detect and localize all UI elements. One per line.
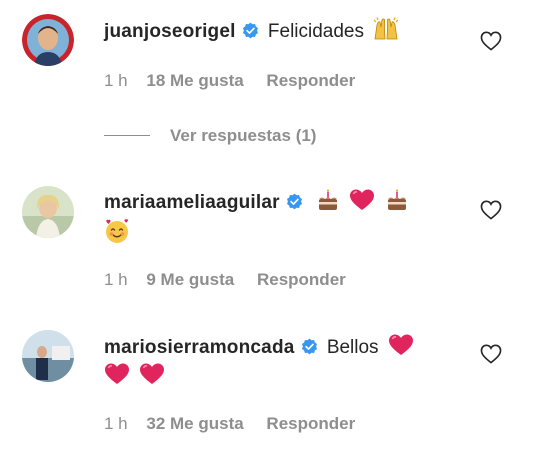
comment-time: 1 h <box>104 414 128 433</box>
avatar[interactable] <box>22 14 74 66</box>
comment-time: 1 h <box>104 270 128 289</box>
verified-badge-icon <box>301 338 318 355</box>
reply-button[interactable]: Responder <box>266 414 355 433</box>
username[interactable]: juanjoseorigel <box>104 21 236 42</box>
smiling-face-with-hearts-emoji <box>104 218 130 244</box>
replies-divider <box>104 135 150 136</box>
avatar[interactable] <box>22 186 74 238</box>
comment-time: 1 h <box>104 71 128 90</box>
heart-emoji <box>349 188 375 212</box>
comment-text: Felicidades <box>267 21 364 42</box>
comment-body-line2 <box>104 362 165 390</box>
heart-emoji <box>139 362 165 386</box>
verified-badge-icon <box>242 22 259 39</box>
comment-meta: 1 h 32 Me gusta Responder <box>104 414 355 434</box>
comment-body: mariosierramoncada Bellos <box>104 333 468 361</box>
comment-body: juanjoseorigel Felicidades <box>104 17 468 45</box>
view-replies-label[interactable]: Ver respuestas (1) <box>170 124 316 148</box>
like-heart-icon[interactable] <box>480 200 502 220</box>
comment-body: mariaameliaaguilar <box>104 188 468 216</box>
like-heart-icon[interactable] <box>480 31 502 51</box>
like-count[interactable]: 9 Me gusta <box>146 270 234 289</box>
heart-emoji <box>104 362 130 386</box>
heart-emoji <box>388 333 414 357</box>
like-heart-icon[interactable] <box>480 344 502 364</box>
cake-emoji <box>385 188 409 212</box>
reply-button[interactable]: Responder <box>266 71 355 90</box>
like-count[interactable]: 32 Me gusta <box>146 414 243 433</box>
comment-meta: 1 h 18 Me gusta Responder <box>104 71 355 91</box>
raising-hands-emoji <box>373 17 399 41</box>
username[interactable]: mariosierramoncada <box>104 337 295 358</box>
comment-body-line2 <box>104 218 130 248</box>
comment-meta: 1 h 9 Me gusta Responder <box>104 270 346 290</box>
reply-button[interactable]: Responder <box>257 270 346 289</box>
cake-emoji <box>316 188 340 212</box>
avatar[interactable] <box>22 330 74 382</box>
verified-badge-icon <box>286 193 303 210</box>
comment-text: Bellos <box>326 337 379 358</box>
like-count[interactable]: 18 Me gusta <box>146 71 243 90</box>
username[interactable]: mariaameliaaguilar <box>104 192 280 213</box>
